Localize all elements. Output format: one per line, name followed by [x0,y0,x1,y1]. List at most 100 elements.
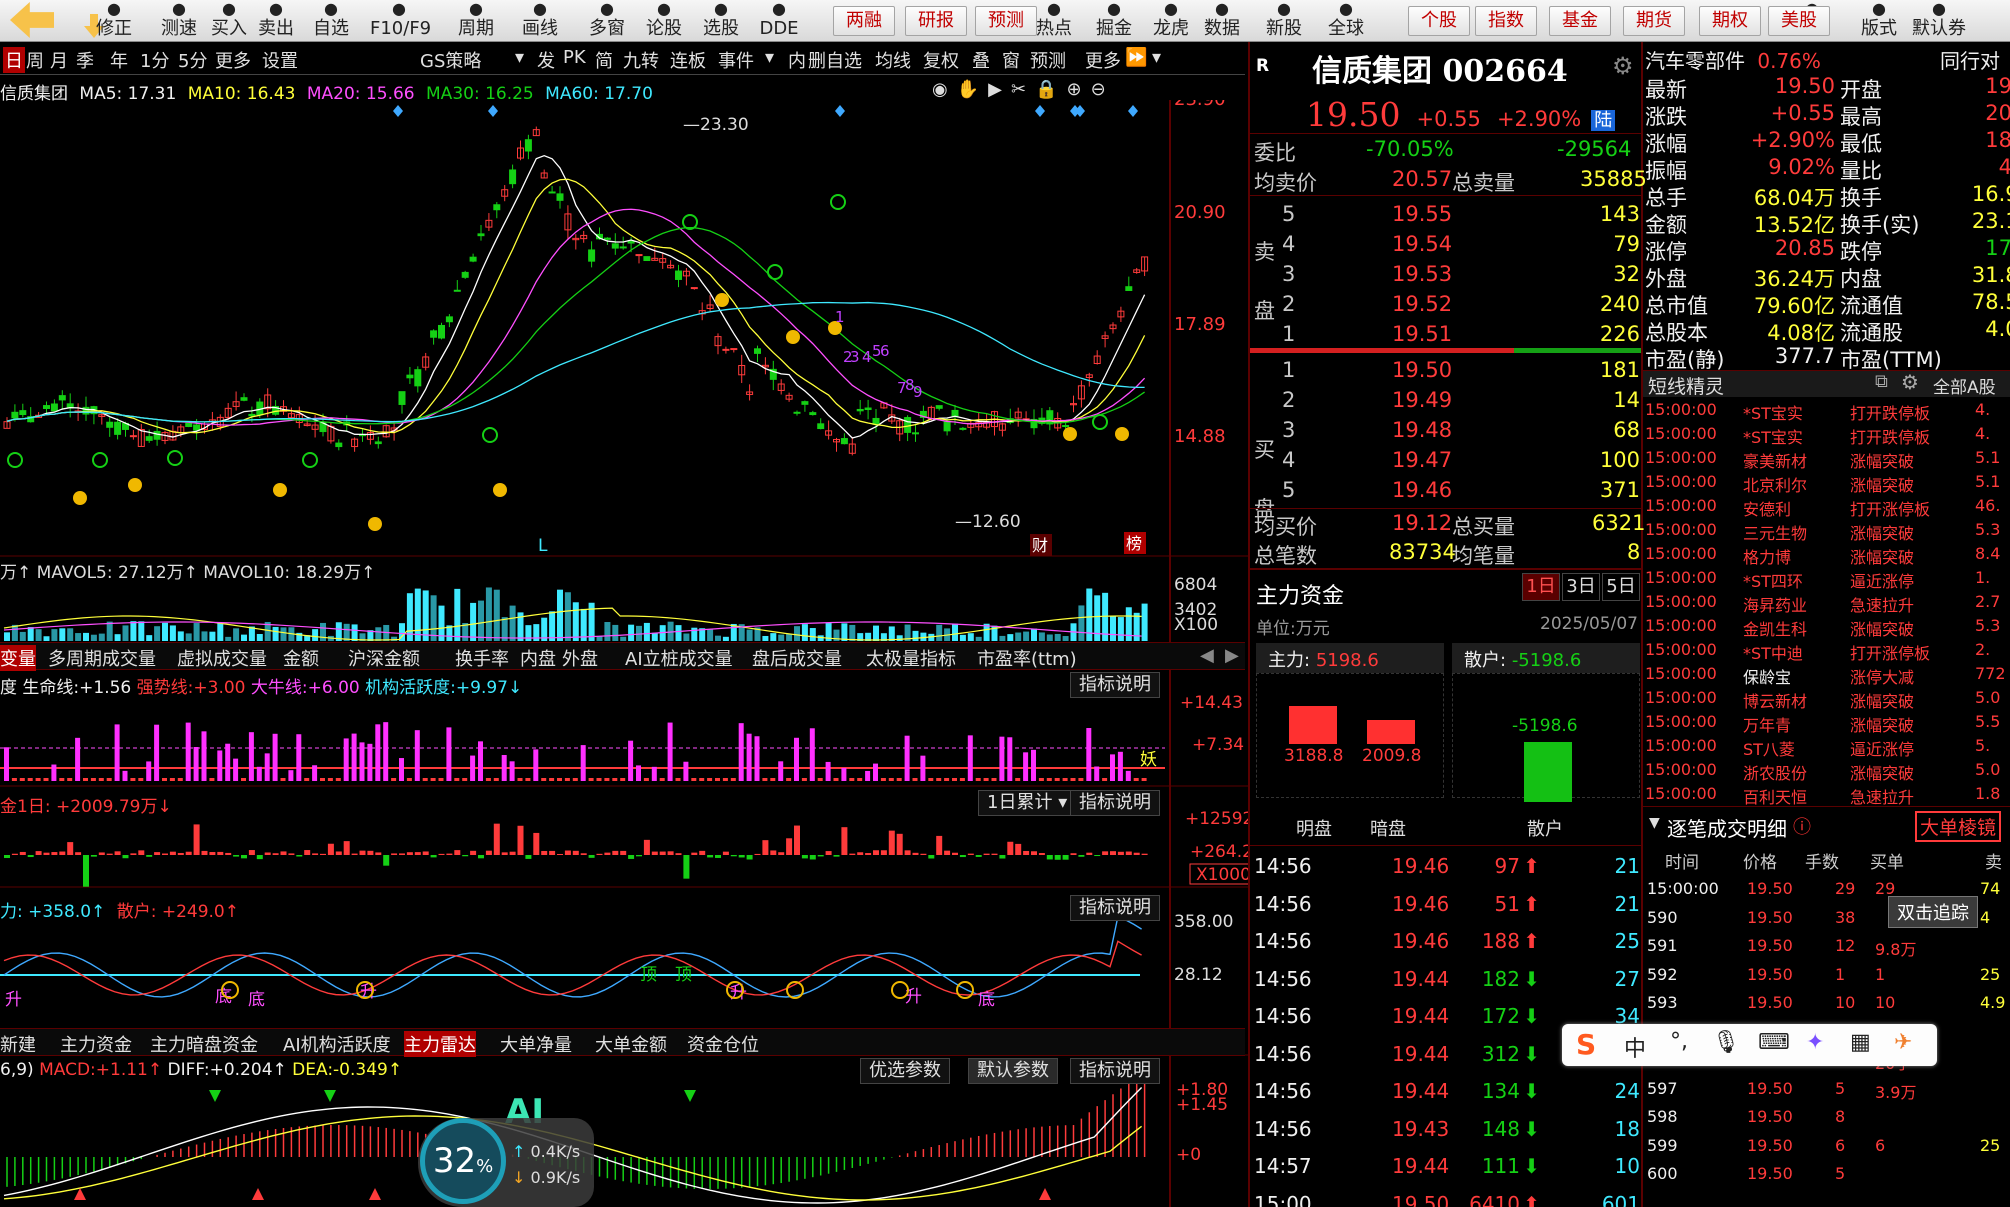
event-marker[interactable] [1128,105,1138,117]
capital-tab[interactable]: 大单金额 [595,1031,667,1057]
event-marker[interactable] [1035,105,1045,117]
preferred-params-button[interactable]: 优选参数 [860,1058,950,1084]
buy-signal-icon[interactable] [1063,427,1077,441]
collapse-icon[interactable]: ▼ [1649,815,1660,831]
ind1-help-button[interactable]: 指标说明 [1070,672,1160,698]
buy-signal-icon[interactable] [1115,427,1129,441]
menu-item[interactable]: 发 [537,47,555,73]
toolbar-dragon-button[interactable]: ● 龙虎 [1142,0,1200,42]
indicator-tab[interactable]: 太极量指标 [866,645,956,671]
event-marker[interactable] [393,105,403,117]
buy-signal-icon[interactable] [128,478,142,492]
toolbar-sell-button[interactable]: ● 卖出 [247,0,305,42]
menu-item[interactable]: 九转 [623,47,659,73]
chevron-down-icon[interactable]: ▾ [1152,47,1161,68]
event-marker[interactable] [835,105,845,117]
tab-prev-icon[interactable]: ◀ [1200,645,1214,666]
menu-item[interactable]: 更多 [215,47,251,73]
capital-period-tab[interactable]: 5日 [1602,573,1640,601]
sell-signal-icon[interactable] [767,264,783,280]
sell-signal-icon[interactable] [482,427,498,443]
menu-item[interactable]: PK [563,47,586,68]
mascot-icon[interactable]: ✈ [1894,1030,1912,1055]
capital-tab[interactable]: 主力暗盘资金 [150,1031,258,1057]
back-arrow-icon[interactable] [10,2,54,38]
toolbar-gold-button[interactable]: ● 掘金 [1085,0,1143,42]
toolbar-default-button[interactable]: ● 默认券 [1910,0,1968,42]
menu-item[interactable]: 1分 [140,47,169,73]
sprite-row[interactable]: 15:00:00 *ST四环 逼近涨停 1. [1645,567,2010,591]
indicator-tab[interactable]: 外盘 [562,645,598,671]
toolbar-clock-button[interactable]: ● 周期 [447,0,505,42]
toolbar-undo-button[interactable]: ● 修正 [85,0,143,42]
capital-tab[interactable]: 主力资金 [60,1031,132,1057]
menu-item[interactable]: 均线 [875,47,911,73]
zoom-in-icon[interactable]: ⊕ [1067,79,1091,100]
toolbar-tab[interactable]: 期货 [1623,6,1685,36]
menu-item[interactable]: 季 [76,47,94,73]
macd-help-button[interactable]: 指标说明 [1070,1058,1160,1084]
toolbar-layout-button[interactable]: ● 版式 [1850,0,1908,42]
sell-signal-icon[interactable] [92,452,108,468]
event-marker[interactable] [488,105,498,117]
capital-tab[interactable]: 主力雷达 [404,1031,476,1057]
capital-period-tab[interactable]: 1日 [1522,573,1560,601]
sell-signal-icon[interactable] [7,452,23,468]
big-order-prism-button[interactable]: 大单棱镜 [1915,811,2002,842]
sprite-row[interactable]: 15:00:00 保龄宝 涨停大减 772 [1645,663,2010,687]
toolbar-pen-button[interactable]: ● 画线 [511,0,569,42]
capital-tab[interactable]: AI机构活跃度 [283,1031,391,1057]
popout-icon[interactable]: ⧉ [1875,371,1888,392]
indicator-tab[interactable]: 变量 [0,645,36,671]
indicator-tab[interactable]: 金额 [283,645,319,671]
sprite-row[interactable]: 15:00:00 豪美新材 涨幅突破 5.1 [1645,447,2010,471]
menu-item[interactable]: 窗 [1002,47,1020,73]
chevron-down-icon[interactable]: ▾ [765,47,774,68]
toolbar-tab[interactable]: 预测 [975,6,1037,36]
punctuation-icon[interactable]: °, [1670,1029,1688,1054]
indicator-tab[interactable]: 换手率 [455,645,509,671]
toolbar-globe-button[interactable]: ● 全球 [1317,0,1375,42]
hand-icon[interactable]: ✋ [957,79,988,100]
sprite-row[interactable]: 15:00:00 ST八菱 逼近涨停 5. [1645,735,2010,759]
sprite-row[interactable]: 15:00:00 *ST宝实 打开跌停板 4. [1645,423,2010,447]
sell-signal-icon[interactable] [302,452,318,468]
sell-level-row[interactable]: 3 19.53 32 [1252,260,1642,290]
scroll-right-icon[interactable]: ⏩ [1125,47,1147,68]
menu-item[interactable]: 更多 [1085,47,1121,73]
toolbar-grid-button[interactable]: ● 多窗 [578,0,636,42]
toolbar-star-button[interactable]: ● 自选 [302,0,360,42]
sprites-scope[interactable]: 全部A股 [1933,373,1996,398]
settings-gear-icon[interactable]: ⚙ [1901,370,1919,394]
settings-gear-icon[interactable]: ⚙ [1612,52,1634,80]
sell-level-row[interactable]: 4 19.54 79 [1252,230,1642,260]
toolbar-tab[interactable]: 研报 [905,6,967,36]
sprite-row[interactable]: 15:00:00 北京利尔 涨幅突破 5.1 [1645,471,2010,495]
capital-period-tab[interactable]: 3日 [1562,573,1600,601]
eye-icon[interactable]: ◉ [932,79,957,100]
indicator-tab[interactable]: 市盈率(ttm) [977,645,1077,671]
indicator-tab[interactable]: 虚拟成交量 [177,645,267,671]
toolbar-info-button[interactable]: ● F10/F9 [370,0,431,42]
buy-level-row[interactable]: 1 19.50 181 [1252,356,1642,386]
keyboard-icon[interactable]: ⌨ [1758,1030,1790,1055]
capital-tab[interactable]: 大单净量 [500,1031,572,1057]
sogou-logo-icon[interactable]: S [1576,1028,1596,1061]
sprite-row[interactable]: 15:00:00 百利天恒 急速拉升 1.8 [1645,783,2010,807]
menu-item[interactable]: 月 [50,47,68,73]
toolbar-tab[interactable]: 美股 [1768,6,1830,36]
toolbar-data-button[interactable]: ● 数据 [1193,0,1251,42]
help-icon[interactable]: ⓘ [1793,813,1811,839]
indicator-tab[interactable]: AI立桩成交量 [625,645,733,671]
sprite-row[interactable]: 15:00:00 三元生物 涨幅突破 5.3 [1645,519,2010,543]
buy-signal-icon[interactable] [273,483,287,497]
toolbar-tab[interactable]: 期权 [1699,6,1761,36]
buy-signal-icon[interactable] [368,517,382,531]
menu-item[interactable]: 删自选 [808,47,862,73]
peer-compare-link[interactable]: 同行对 [1940,45,2000,74]
capital-tab[interactable]: 新建 [0,1031,36,1057]
toolbox-grid-icon[interactable]: ▦ [1850,1030,1871,1055]
sprite-row[interactable]: 15:00:00 万年青 涨幅突破 5.5 [1645,711,2010,735]
sell-level-row[interactable]: 2 19.52 240 [1252,290,1642,320]
menu-item[interactable]: 事件 [718,47,754,73]
